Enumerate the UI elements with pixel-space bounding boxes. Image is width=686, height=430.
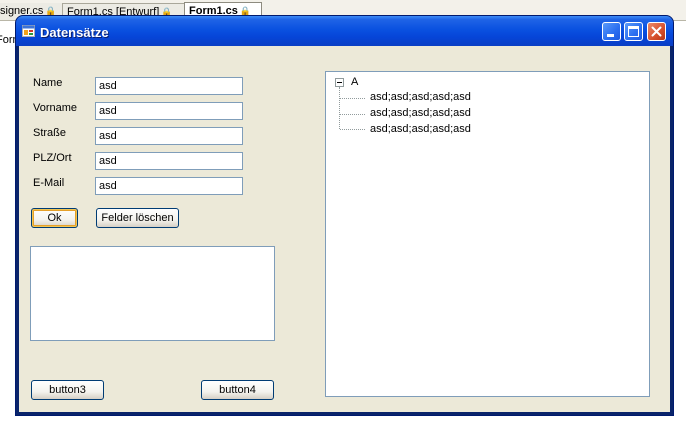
close-icon xyxy=(651,26,662,37)
vorname-label: Vorname xyxy=(33,102,78,114)
tree-node-child[interactable]: asd;asd;asd;asd;asd xyxy=(370,91,471,103)
tree-connector xyxy=(340,129,365,130)
maximize-icon xyxy=(628,26,639,37)
plz-ort-field[interactable] xyxy=(95,152,243,170)
email-label: E-Mail xyxy=(33,177,65,189)
records-treeview[interactable]: A asd;asd;asd;asd;asd asd;asd;asd;asd;as… xyxy=(325,71,650,397)
tree-node-child[interactable]: asd;asd;asd;asd;asd xyxy=(370,123,471,135)
minimize-icon xyxy=(607,34,614,37)
ide-dropdown-text: Forr xyxy=(0,34,17,46)
lock-icon: 🔒 xyxy=(239,6,252,16)
tree-connector xyxy=(340,98,365,99)
maximize-button[interactable] xyxy=(624,22,643,41)
datensaetze-window: Datensätze Name Vorname Straße PLZ/Ort E… xyxy=(16,16,673,415)
button4[interactable]: button4 xyxy=(201,380,274,400)
minimize-button[interactable] xyxy=(602,22,621,41)
name-label: Name xyxy=(33,77,63,89)
window-client-area: Name Vorname Straße PLZ/Ort E-Mail Ok Fe… xyxy=(19,46,670,412)
button3[interactable]: button3 xyxy=(31,380,104,400)
tree-connector xyxy=(340,114,365,115)
strasse-field[interactable] xyxy=(95,127,243,145)
vorname-field[interactable] xyxy=(95,102,243,120)
lock-icon: 🔒 xyxy=(45,6,57,16)
collapse-icon[interactable] xyxy=(335,78,344,87)
app-icon xyxy=(22,25,35,37)
tree-node-root[interactable]: A xyxy=(351,76,358,88)
email-field[interactable] xyxy=(95,177,243,195)
title-bar[interactable]: Datensätze xyxy=(16,16,673,46)
name-field[interactable] xyxy=(95,77,243,95)
close-button[interactable] xyxy=(647,22,666,41)
ok-button[interactable]: Ok xyxy=(31,208,78,228)
clear-fields-button[interactable]: Felder löschen xyxy=(96,208,179,228)
plz-ort-label: PLZ/Ort xyxy=(33,152,72,164)
records-listbox[interactable] xyxy=(30,246,275,341)
strasse-label: Straße xyxy=(33,127,67,139)
tree-connector xyxy=(339,87,340,129)
tree-node-child[interactable]: asd;asd;asd;asd;asd xyxy=(370,107,471,119)
window-title: Datensätze xyxy=(40,25,109,40)
